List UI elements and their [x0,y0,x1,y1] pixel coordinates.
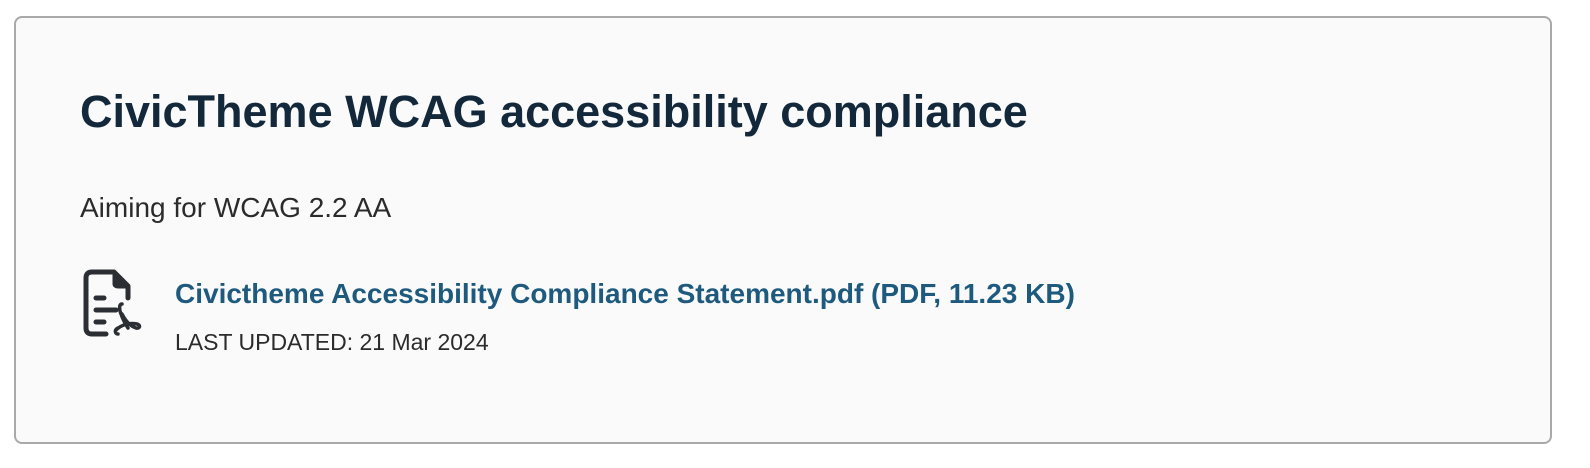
card-title: CivicTheme WCAG accessibility compliance [80,86,1028,137]
attachment-download-link[interactable]: Civictheme Accessibility Compliance Stat… [175,274,1075,314]
attachment-card: CivicTheme WCAG accessibility compliance… [14,16,1552,444]
document-pdf-icon [80,268,144,340]
card-subtitle: Aiming for WCAG 2.2 AA [80,192,392,223]
last-updated-text: LAST UPDATED: 21 Mar 2024 [175,329,489,355]
attachment-item: Civictheme Accessibility Compliance Stat… [80,268,1280,368]
